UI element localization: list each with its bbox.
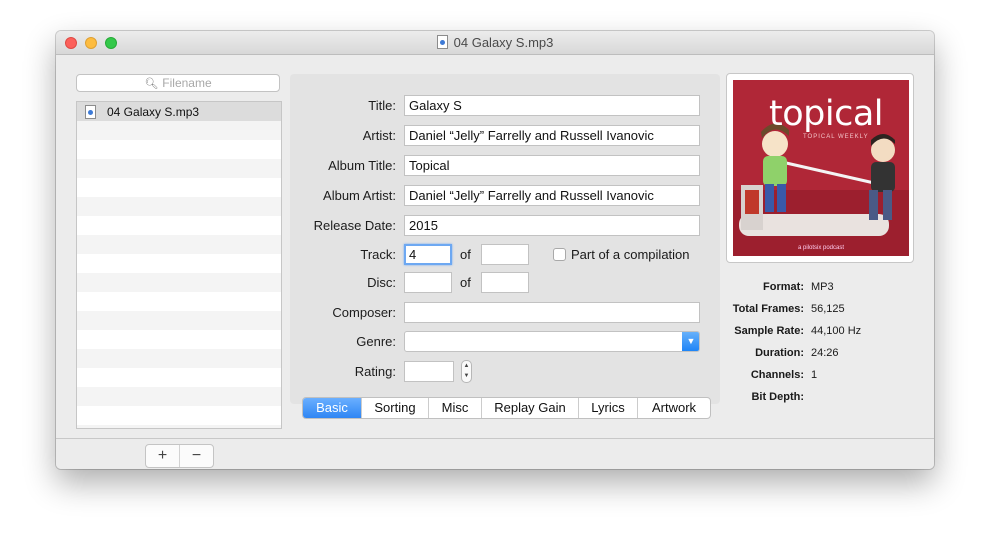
file-name: 04 Galaxy S.mp3 <box>107 104 200 119</box>
mp3-file-icon <box>436 35 448 49</box>
composer-label: Composer: <box>332 305 396 320</box>
track-row: Track: 4 of Part of a compilation <box>290 244 720 266</box>
file-list[interactable]: 04 Galaxy S.mp3 <box>76 101 282 429</box>
title-bar: 04 Galaxy S.mp3 <box>56 31 934 55</box>
app-window: 04 Galaxy S.mp3 🔍︎ Filename 04 Galaxy S.m… <box>56 31 934 469</box>
format-row: Format: MP3 <box>726 281 926 303</box>
album-artwork-image: topical TOPICAL WEEKLY a pilotsix podcas… <box>733 80 909 256</box>
compilation-label[interactable]: Part of a compilation <box>571 247 690 262</box>
tab-basic[interactable]: Basic <box>303 398 361 418</box>
add-file-button[interactable]: + <box>146 445 179 467</box>
format-value: MP3 <box>811 281 834 293</box>
composer-field[interactable] <box>404 302 700 323</box>
rating-row: Rating: ▲ ▼ <box>290 360 720 383</box>
tab-artwork[interactable]: Artwork <box>637 398 710 418</box>
remove-file-button[interactable]: − <box>179 445 213 467</box>
channels-label: Channels: <box>750 369 804 381</box>
disc-label: Disc: <box>367 275 396 290</box>
duration-value: 24:26 <box>811 347 839 359</box>
bottom-toolbar: + − <box>56 438 934 469</box>
channels-row: Channels: 1 <box>726 369 926 391</box>
release-date-row: Release Date: 2015 <box>290 215 720 237</box>
window-title: 04 Galaxy S.mp3 <box>56 35 934 50</box>
artist-field[interactable]: Daniel “Jelly” Farrelly and Russell Ivan… <box>404 125 700 146</box>
format-label: Format: <box>763 281 804 293</box>
disc-total-field[interactable] <box>481 272 529 293</box>
composer-row: Composer: <box>290 302 720 324</box>
sample-rate-value: 44,100 Hz <box>811 325 862 337</box>
artist-row: Artist: Daniel “Jelly” Farrelly and Russ… <box>290 125 720 147</box>
sample-rate-row: Sample Rate: 44,100 Hz <box>726 325 926 347</box>
release-date-label: Release Date: <box>313 218 396 233</box>
artwork-footer: a pilotsix podcast <box>797 245 845 251</box>
file-list-item[interactable]: 04 Galaxy S.mp3 <box>77 102 281 121</box>
rating-stepper[interactable]: ▲ ▼ <box>461 360 472 383</box>
tab-lyrics[interactable]: Lyrics <box>578 398 637 418</box>
window-title-text: 04 Galaxy S.mp3 <box>453 35 554 50</box>
duration-row: Duration: 24:26 <box>726 347 926 369</box>
editor-tabs: Basic Sorting Misc Replay Gain Lyrics Ar… <box>302 397 711 419</box>
sample-rate-label: Sample Rate: <box>734 325 804 337</box>
disc-number-field[interactable] <box>404 272 452 293</box>
artwork-title: topical <box>769 94 884 134</box>
file-info: Format: MP3 Total Frames: 56,125 Sample … <box>726 281 926 413</box>
album-title-label: Album Title: <box>328 158 396 173</box>
album-artist-row: Album Artist: Daniel “Jelly” Farrelly an… <box>290 185 720 207</box>
filename-search-field[interactable]: 🔍︎ Filename <box>76 74 280 92</box>
track-of-label: of <box>460 247 471 262</box>
tag-editor-panel: Title: Galaxy S Artist: Daniel “Jelly” F… <box>290 74 720 404</box>
album-title-field[interactable]: Topical <box>404 155 700 176</box>
track-total-field[interactable] <box>481 244 529 265</box>
artwork-subtitle: TOPICAL WEEKLY <box>803 134 869 140</box>
genre-label: Genre: <box>356 334 396 349</box>
disc-of-label: of <box>460 275 471 290</box>
release-date-field[interactable]: 2015 <box>404 215 700 236</box>
title-field[interactable]: Galaxy S <box>404 95 700 116</box>
compilation-checkbox[interactable] <box>553 248 566 261</box>
total-frames-value: 56,125 <box>811 303 845 315</box>
album-artwork-well[interactable]: topical TOPICAL WEEKLY a pilotsix podcas… <box>726 73 914 263</box>
title-label: Title: <box>368 98 396 113</box>
search-placeholder: Filename <box>162 76 212 90</box>
album-artist-field[interactable]: Daniel “Jelly” Farrelly and Russell Ivan… <box>404 185 700 206</box>
bit-depth-label: Bit Depth: <box>751 391 804 403</box>
genre-row: Genre: ▼ <box>290 331 720 353</box>
album-artist-label: Album Artist: <box>323 188 396 203</box>
track-label: Track: <box>360 247 396 262</box>
mp3-file-icon <box>85 104 96 119</box>
tab-sorting[interactable]: Sorting <box>361 398 428 418</box>
tab-misc[interactable]: Misc <box>428 398 481 418</box>
track-number-field[interactable]: 4 <box>404 244 452 265</box>
artist-label: Artist: <box>362 128 396 143</box>
disc-row: Disc: of <box>290 272 720 294</box>
duration-label: Duration: <box>755 347 804 359</box>
album-title-row: Album Title: Topical <box>290 155 720 177</box>
chevron-down-icon[interactable]: ▼ <box>682 332 699 351</box>
total-frames-row: Total Frames: 56,125 <box>726 303 926 325</box>
search-icon: 🔍︎ <box>144 78 159 90</box>
rating-field[interactable] <box>404 361 454 382</box>
total-frames-label: Total Frames: <box>732 303 804 315</box>
add-remove-buttons: + − <box>145 444 214 468</box>
bit-depth-row: Bit Depth: <box>726 391 926 413</box>
tab-replay-gain[interactable]: Replay Gain <box>481 398 578 418</box>
channels-value: 1 <box>811 369 818 381</box>
genre-combo-box[interactable]: ▼ <box>404 331 700 352</box>
title-row: Title: Galaxy S <box>290 95 720 117</box>
rating-label: Rating: <box>354 364 396 379</box>
